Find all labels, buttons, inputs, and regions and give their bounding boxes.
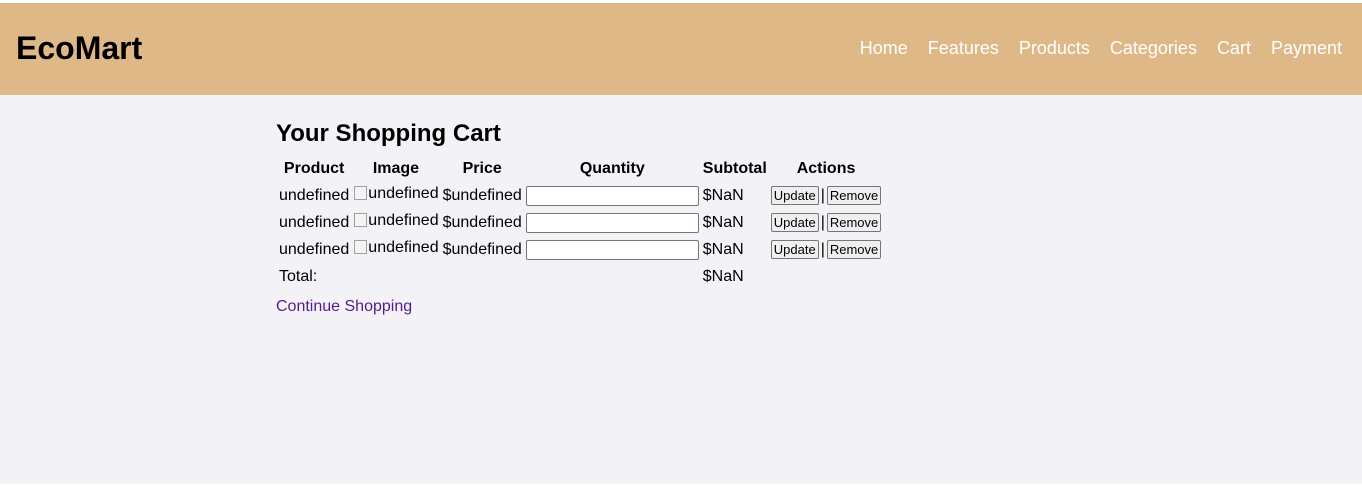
- actions-cell: Update | Remove: [770, 210, 883, 235]
- site-header: EcoMart Home Features Products Categorie…: [0, 3, 1362, 95]
- main-nav: Home Features Products Categories Cart P…: [860, 38, 1342, 59]
- product-image-alt: undefined: [368, 238, 439, 256]
- table-row: undefined undefined $undefined $NaN Upda…: [278, 183, 882, 208]
- product-image: undefined: [353, 184, 439, 203]
- product-image-cell: undefined: [352, 237, 439, 262]
- column-header-actions: Actions: [796, 160, 856, 177]
- total-label: Total:: [279, 267, 318, 285]
- table-row: undefined undefined $undefined $NaN Upda…: [278, 237, 882, 262]
- total-row: Total: $NaN: [278, 264, 882, 289]
- total-value: $NaN: [702, 267, 744, 285]
- broken-image-icon: [353, 185, 368, 202]
- update-button[interactable]: Update: [770, 240, 819, 259]
- table-row: undefined undefined $undefined $NaN Upda…: [278, 210, 882, 235]
- product-image-alt: undefined: [368, 211, 439, 229]
- cart-title: Your Shopping Cart: [276, 120, 501, 147]
- nav-link-payment[interactable]: Payment: [1271, 38, 1342, 59]
- product-subtotal: $NaN: [702, 213, 744, 231]
- action-separator: |: [820, 240, 825, 258]
- quantity-cell: [525, 183, 700, 208]
- page: EcoMart Home Features Products Categorie…: [0, 3, 1362, 484]
- product-price: $undefined: [442, 186, 522, 204]
- product-image-cell: undefined: [352, 210, 439, 235]
- quantity-input[interactable]: [525, 239, 699, 260]
- product-name: undefined: [279, 213, 350, 231]
- nav-link-categories[interactable]: Categories: [1110, 38, 1197, 59]
- product-image: undefined: [353, 238, 439, 257]
- product-subtotal: $NaN: [702, 186, 744, 204]
- broken-image-icon: [353, 212, 368, 229]
- cart-table: Product Image Price Quantity Subtotal Ac…: [276, 155, 884, 291]
- product-image-cell: undefined: [352, 183, 439, 208]
- remove-button[interactable]: Remove: [826, 186, 882, 205]
- remove-button[interactable]: Remove: [826, 240, 882, 259]
- site-logo: EcoMart: [16, 30, 143, 66]
- product-subtotal: $NaN: [702, 240, 744, 258]
- nav-link-cart[interactable]: Cart: [1217, 38, 1251, 59]
- update-button[interactable]: Update: [770, 186, 819, 205]
- product-name: undefined: [279, 240, 350, 258]
- nav-link-features[interactable]: Features: [928, 38, 999, 59]
- total-empty-cell: [770, 264, 883, 289]
- column-header-price: Price: [462, 160, 502, 177]
- quantity-cell: [525, 210, 700, 235]
- total-empty-cell: [525, 264, 700, 289]
- update-button[interactable]: Update: [770, 213, 819, 232]
- product-image: undefined: [353, 211, 439, 230]
- action-separator: |: [820, 213, 825, 231]
- actions-cell: Update | Remove: [770, 183, 883, 208]
- nav-link-home[interactable]: Home: [860, 38, 908, 59]
- product-price: $undefined: [442, 240, 522, 258]
- column-header-quantity: Quantity: [579, 160, 645, 177]
- continue-shopping-link[interactable]: Continue Shopping: [276, 297, 412, 316]
- column-header-product: Product: [283, 160, 345, 177]
- product-price: $undefined: [442, 213, 522, 231]
- total-empty-cell: [352, 264, 439, 289]
- product-image-alt: undefined: [368, 184, 439, 202]
- broken-image-icon: [353, 239, 368, 256]
- actions-cell: Update | Remove: [770, 237, 883, 262]
- total-empty-cell: [442, 264, 523, 289]
- cart-table-header: Product Image Price Quantity Subtotal Ac…: [278, 157, 882, 181]
- remove-button[interactable]: Remove: [826, 213, 882, 232]
- product-name: undefined: [279, 186, 350, 204]
- action-separator: |: [820, 186, 825, 204]
- column-header-subtotal: Subtotal: [702, 160, 767, 177]
- nav-link-products[interactable]: Products: [1019, 38, 1090, 59]
- quantity-input[interactable]: [525, 185, 699, 206]
- quantity-cell: [525, 237, 700, 262]
- quantity-input[interactable]: [525, 212, 699, 233]
- column-header-image: Image: [372, 160, 420, 177]
